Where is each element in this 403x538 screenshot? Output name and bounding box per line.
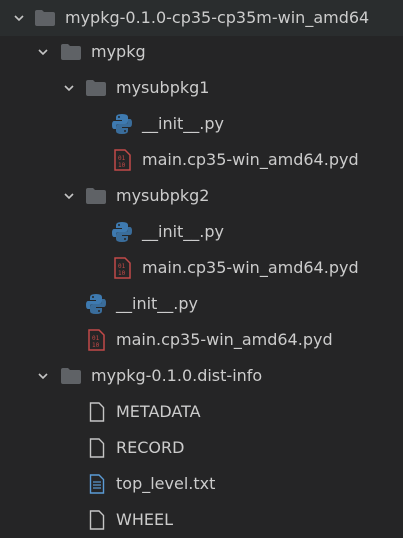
tree-item-file-init-py[interactable]: __init__.py <box>0 214 403 250</box>
svg-text:10: 10 <box>92 342 100 349</box>
text-file-icon <box>86 473 108 495</box>
tree-item-file-metadata[interactable]: METADATA <box>0 394 403 430</box>
tree-item-file-init-py[interactable]: __init__.py <box>0 106 403 142</box>
tree-item-file-record[interactable]: RECORD <box>0 430 403 466</box>
tree-item-label: __init__.py <box>116 294 199 313</box>
file-icon <box>86 401 108 423</box>
tree-item-label: mysubpkg2 <box>116 186 210 205</box>
tree-item-label: mypkg-0.1.0.dist-info <box>91 366 263 385</box>
binary-file-icon: 01 10 <box>111 257 133 279</box>
folder-icon <box>60 41 82 63</box>
tree-item-folder-mypkg[interactable]: mypkg <box>0 34 403 70</box>
chevron-down-icon[interactable] <box>62 189 76 203</box>
tree-item-label: METADATA <box>116 402 201 421</box>
svg-text:10: 10 <box>118 162 126 169</box>
folder-icon <box>34 7 56 29</box>
tree-item-file-pyd[interactable]: 01 10 main.cp35-win_amd64.pyd <box>0 142 403 178</box>
python-icon <box>111 113 133 135</box>
tree-item-label: mypkg-0.1.0-cp35-cp35m-win_amd64 <box>65 8 370 27</box>
tree-item-label: mysubpkg1 <box>116 78 210 97</box>
folder-icon <box>85 185 107 207</box>
file-explorer-tree: mypkg-0.1.0-cp35-cp35m-win_amd64 mypkg m… <box>0 0 403 537</box>
tree-item-file-init-py[interactable]: __init__.py <box>0 286 403 322</box>
tree-item-folder-dist-info[interactable]: mypkg-0.1.0.dist-info <box>0 358 403 394</box>
python-icon <box>85 293 107 315</box>
tree-item-folder-mysubpkg1[interactable]: mysubpkg1 <box>0 70 403 106</box>
chevron-down-icon[interactable] <box>12 11 26 25</box>
tree-item-label: WHEEL <box>116 510 173 529</box>
folder-icon <box>85 77 107 99</box>
file-icon <box>86 437 108 459</box>
tree-item-label: mypkg <box>91 42 146 61</box>
tree-item-file-pyd[interactable]: 01 10 main.cp35-win_amd64.pyd <box>0 322 403 358</box>
svg-text:01: 01 <box>92 335 100 342</box>
tree-item-label: top_level.txt <box>116 474 216 493</box>
chevron-down-icon[interactable] <box>62 81 76 95</box>
binary-file-icon: 01 10 <box>111 149 133 171</box>
python-icon <box>111 221 133 243</box>
tree-item-label: __init__.py <box>142 222 225 241</box>
tree-item-file-pyd[interactable]: 01 10 main.cp35-win_amd64.pyd <box>0 250 403 286</box>
tree-item-root-folder[interactable]: mypkg-0.1.0-cp35-cp35m-win_amd64 <box>0 0 403 36</box>
tree-item-label: __init__.py <box>142 114 225 133</box>
tree-item-label: main.cp35-win_amd64.pyd <box>142 150 359 169</box>
tree-item-label: main.cp35-win_amd64.pyd <box>142 258 359 277</box>
tree-item-file-wheel[interactable]: WHEEL <box>0 502 403 538</box>
chevron-down-icon[interactable] <box>36 45 50 59</box>
tree-item-file-top-level-txt[interactable]: top_level.txt <box>0 466 403 502</box>
folder-icon <box>60 365 82 387</box>
svg-text:01: 01 <box>118 263 126 270</box>
binary-file-icon: 01 10 <box>85 329 107 351</box>
tree-item-label: main.cp35-win_amd64.pyd <box>116 330 333 349</box>
chevron-down-icon[interactable] <box>36 369 50 383</box>
tree-item-folder-mysubpkg2[interactable]: mysubpkg2 <box>0 178 403 214</box>
svg-text:01: 01 <box>118 155 126 162</box>
tree-item-label: RECORD <box>116 438 185 457</box>
file-icon <box>86 509 108 531</box>
svg-text:10: 10 <box>118 270 126 277</box>
